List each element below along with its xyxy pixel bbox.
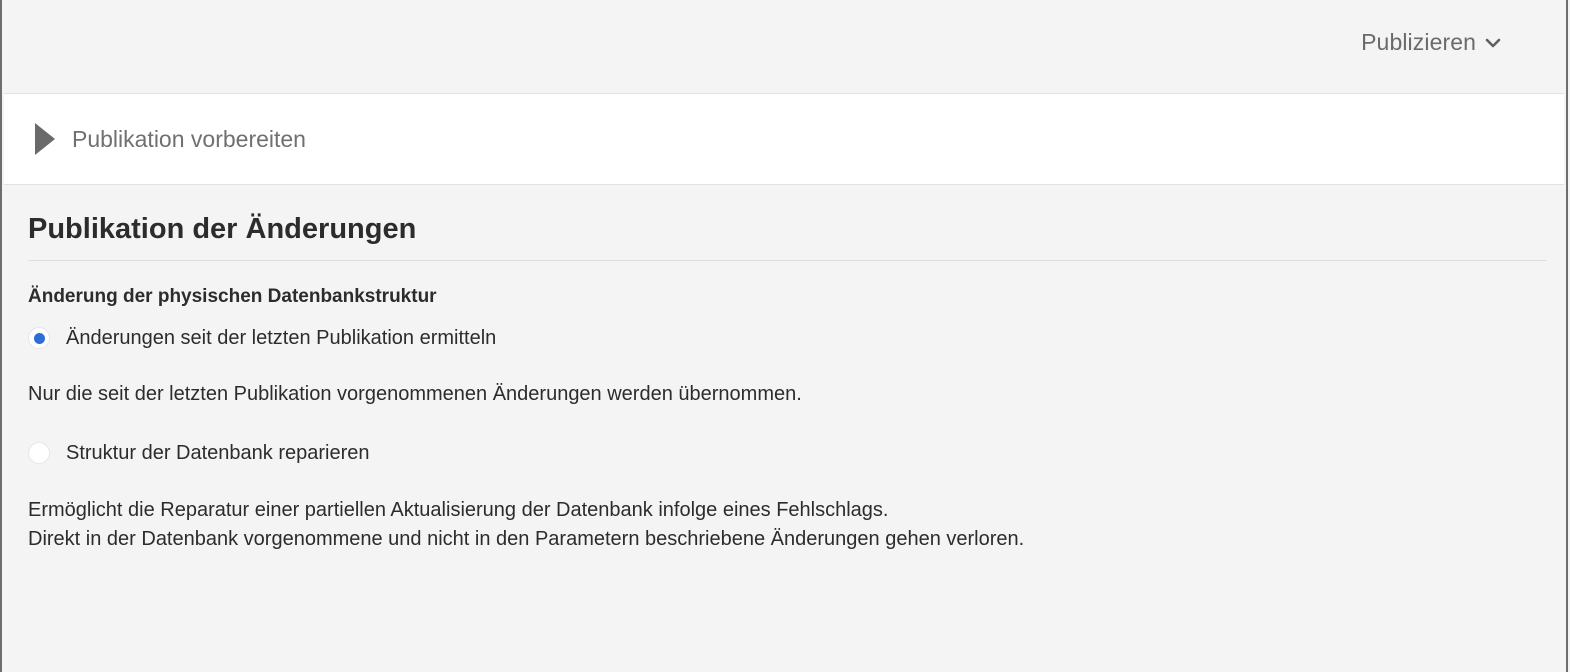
section-divider <box>28 260 1546 261</box>
chevron-down-icon <box>1484 34 1502 52</box>
publish-window: Publizieren Publikation vorbereiten Publ… <box>0 0 1568 672</box>
radio-button-detect-changes[interactable] <box>28 327 50 349</box>
description-line: Ermöglicht die Reparatur einer partielle… <box>28 499 889 521</box>
field-label-db-structure: Änderung der physischen Datenbankstruktu… <box>28 286 437 307</box>
radio-button-repair-structure[interactable] <box>28 442 50 464</box>
prepare-publication-label: Publikation vorbereiten <box>72 125 306 152</box>
radio-label-detect-changes: Änderungen seit der letzten Publikation … <box>66 326 497 349</box>
toolbar: Publizieren <box>4 0 1564 94</box>
prepare-publication-toggle[interactable]: Publikation vorbereiten <box>4 94 1564 185</box>
radio-option-detect-changes[interactable]: Änderungen seit der letzten Publikation … <box>28 322 1546 354</box>
publish-menu-button[interactable]: Publizieren <box>1361 29 1502 56</box>
caret-right-icon <box>34 122 56 156</box>
option-description-repair-structure: Ermöglicht die Reparatur einer partielle… <box>28 496 1546 554</box>
radio-option-repair-structure[interactable]: Struktur der Datenbank reparieren <box>28 437 1546 469</box>
option-description-detect-changes: Nur die seit der letzten Publikation vor… <box>28 383 802 405</box>
description-line: Direkt in der Datenbank vorgenommene und… <box>28 528 1025 550</box>
publication-changes-section: Publikation der Änderungen Änderung der … <box>28 185 1546 554</box>
radio-label-repair-structure: Struktur der Datenbank reparieren <box>66 441 370 464</box>
radio-selected-dot <box>33 332 45 344</box>
publish-menu-label: Publizieren <box>1361 29 1476 55</box>
section-title: Publikation der Änderungen <box>28 213 417 245</box>
